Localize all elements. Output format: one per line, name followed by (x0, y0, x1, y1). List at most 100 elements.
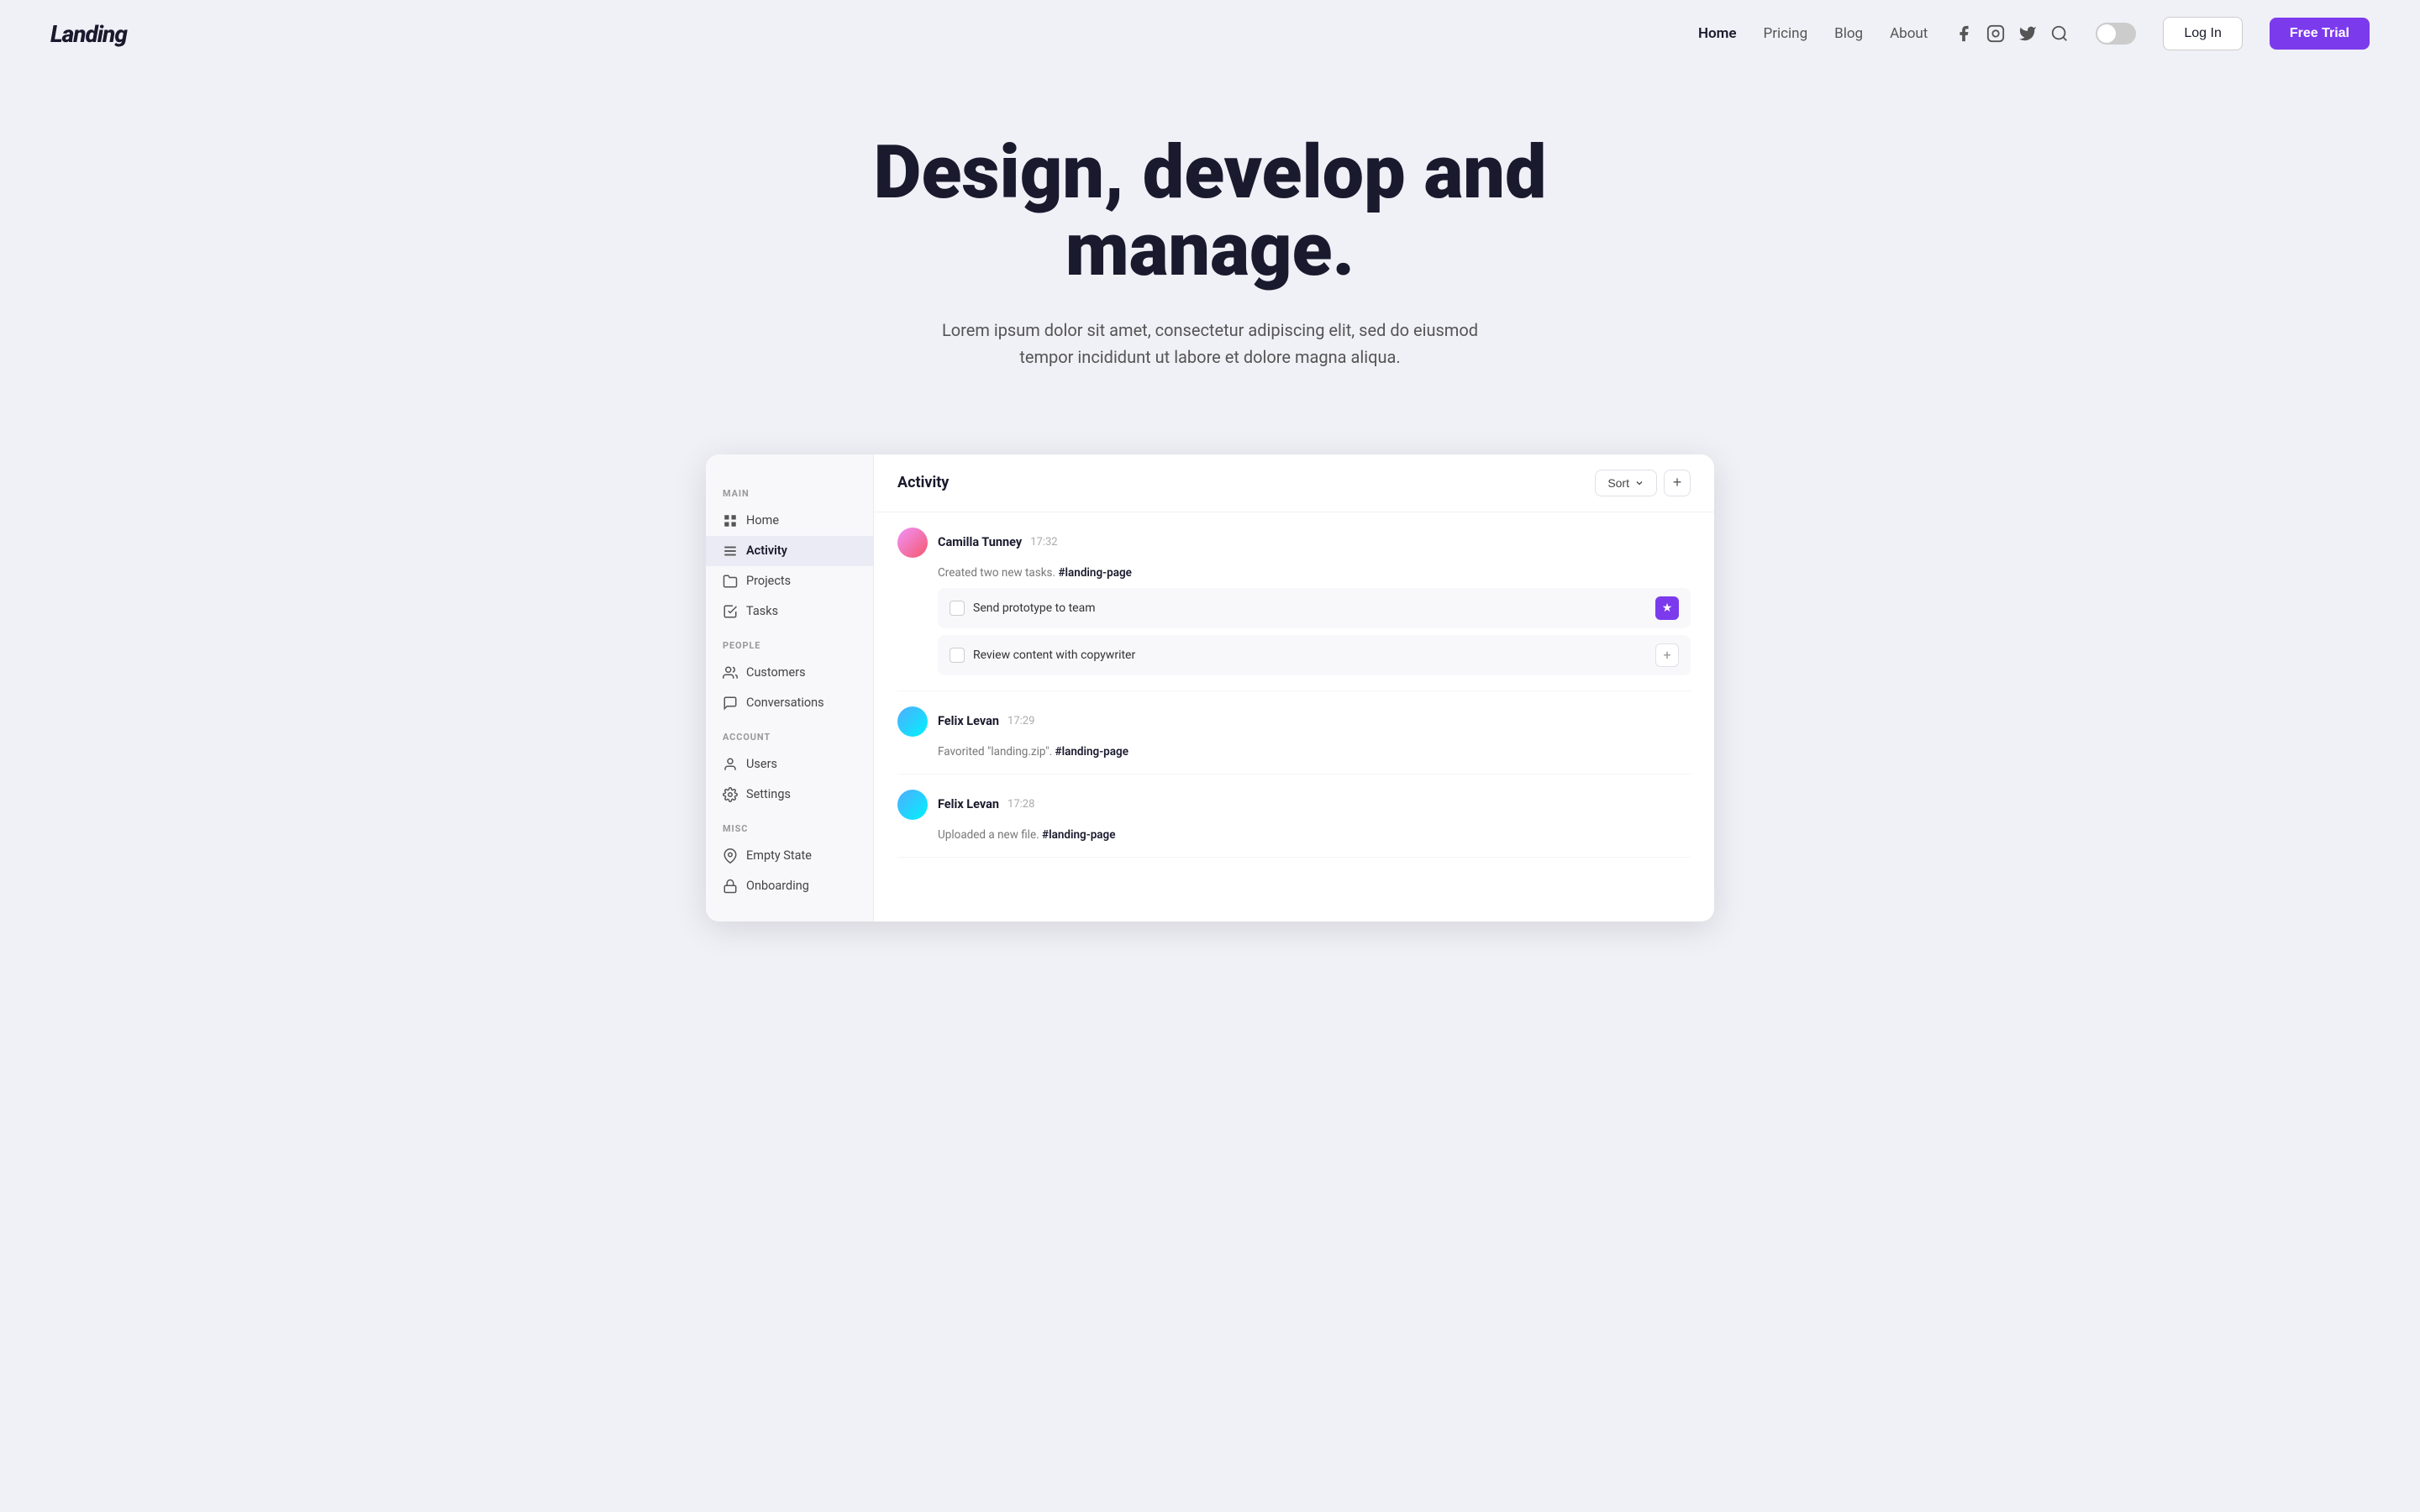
navbar-right: Home Pricing Blog About Log In Free Tria… (1698, 17, 2370, 50)
nav-pricing[interactable]: Pricing (1764, 25, 1808, 42)
activity-item-header: Camilla Tunney 17:32 (897, 528, 1691, 558)
activity-item: Felix Levan 17:28 Uploaded a new file. #… (897, 774, 1691, 858)
location-icon (723, 848, 738, 864)
avatar (897, 790, 928, 820)
activity-time: 17:29 (1007, 715, 1034, 727)
activity-user: Felix Levan (938, 714, 999, 728)
nav-home[interactable]: Home (1698, 25, 1737, 42)
task-checkbox[interactable] (950, 648, 965, 663)
lock-icon (723, 879, 738, 894)
sort-button[interactable]: Sort (1595, 470, 1657, 496)
task-label: Review content with copywriter (973, 648, 1135, 662)
sidebar-section-people: PEOPLE (706, 640, 873, 658)
activity-hashtag: #landing-page (1055, 745, 1128, 759)
navbar: Landing Home Pricing Blog About Log In F… (0, 0, 2420, 67)
activity-meta: Felix Levan 17:29 (938, 714, 1034, 728)
theme-toggle[interactable] (2096, 23, 2136, 45)
sidebar-label-onboarding: Onboarding (746, 879, 809, 893)
sidebar-item-tasks[interactable]: Tasks (706, 596, 873, 627)
sidebar-item-conversations[interactable]: Conversations (706, 688, 873, 718)
activity-list: Camilla Tunney 17:32 Created two new tas… (874, 512, 1714, 858)
activity-desc-prefix: Created two new tasks. (938, 566, 1055, 580)
activity-item: Camilla Tunney 17:32 Created two new tas… (897, 512, 1691, 691)
sidebar-label-home: Home (746, 513, 779, 528)
gear-icon (723, 787, 738, 802)
twitter-icon[interactable] (2018, 24, 2037, 43)
sidebar-item-activity[interactable]: Activity (706, 536, 873, 566)
activity-user: Camilla Tunney (938, 535, 1022, 549)
nav-blog[interactable]: Blog (1834, 25, 1863, 42)
instagram-icon[interactable] (1986, 24, 2005, 43)
sort-label: Sort (1607, 476, 1629, 490)
activity-meta: Camilla Tunney 17:32 (938, 535, 1058, 549)
sidebar-section-misc: MISC (706, 823, 873, 841)
sidebar-label-activity: Activity (746, 543, 787, 558)
activity-title: Activity (897, 474, 949, 491)
sidebar: MAIN Home Activity Projects Tasks PEOPLE… (706, 454, 874, 921)
logo: Landing (50, 20, 127, 48)
sidebar-item-onboarding[interactable]: Onboarding (706, 871, 873, 901)
chevron-down-icon (1634, 478, 1644, 488)
task-star-button[interactable]: ★ (1655, 596, 1679, 620)
task-checkbox[interactable] (950, 601, 965, 616)
nav-links: Home Pricing Blog About (1698, 25, 1928, 42)
activity-time: 17:28 (1007, 798, 1034, 811)
activity-desc-prefix: Favorited "landing.zip". (938, 745, 1052, 759)
task-left: Review content with copywriter (950, 648, 1135, 663)
sidebar-label-tasks: Tasks (746, 604, 778, 618)
avatar (897, 706, 928, 737)
list-icon (723, 543, 738, 559)
add-icon: + (1673, 474, 1682, 491)
hero-title: Design, develop and manage. (832, 134, 1588, 290)
sidebar-label-users: Users (746, 757, 777, 771)
task-left: Send prototype to team (950, 601, 1095, 616)
sidebar-item-customers[interactable]: Customers (706, 658, 873, 688)
grid-icon (723, 513, 738, 528)
avatar (897, 528, 928, 558)
task-label: Send prototype to team (973, 601, 1095, 615)
activity-desc: Favorited "landing.zip". #landing-page (897, 745, 1691, 759)
task-add-button[interactable]: + (1655, 643, 1679, 667)
sidebar-section-account: ACCOUNT (706, 732, 873, 749)
free-trial-button[interactable]: Free Trial (2270, 18, 2370, 50)
sidebar-item-settings[interactable]: Settings (706, 780, 873, 810)
activity-desc: Uploaded a new file. #landing-page (897, 828, 1691, 842)
folder-icon (723, 574, 738, 589)
activity-desc: Created two new tasks. #landing-page (897, 566, 1691, 580)
sidebar-label-customers: Customers (746, 665, 806, 680)
nav-about[interactable]: About (1890, 25, 1928, 42)
sidebar-item-projects[interactable]: Projects (706, 566, 873, 596)
search-icon[interactable] (2050, 24, 2069, 43)
hero-subtitle: Lorem ipsum dolor sit amet, consectetur … (924, 317, 1496, 370)
hero-section: Design, develop and manage. Lorem ipsum … (0, 67, 2420, 421)
activity-item-header: Felix Levan 17:28 (897, 790, 1691, 820)
activity-hashtag: #landing-page (1042, 828, 1115, 842)
add-button[interactable]: + (1664, 470, 1691, 496)
sidebar-section-main: MAIN (706, 488, 873, 506)
activity-user: Felix Levan (938, 797, 999, 811)
task-list: Send prototype to team ★ Review content … (897, 588, 1691, 675)
sidebar-item-empty-state[interactable]: Empty State (706, 841, 873, 871)
activity-header: Activity Sort + (874, 454, 1714, 512)
sidebar-item-home[interactable]: Home (706, 506, 873, 536)
main-content: Activity Sort + Camilla Tunney 17:32 (874, 454, 1714, 921)
nav-icons (1954, 24, 2069, 43)
sidebar-label-projects: Projects (746, 574, 791, 588)
users-icon (723, 665, 738, 680)
login-button[interactable]: Log In (2163, 17, 2242, 50)
facebook-icon[interactable] (1954, 24, 1973, 43)
sidebar-label-settings: Settings (746, 787, 791, 801)
sidebar-item-users[interactable]: Users (706, 749, 873, 780)
task-item: Review content with copywriter + (938, 635, 1691, 675)
sidebar-label-empty-state: Empty State (746, 848, 812, 863)
header-actions: Sort + (1595, 470, 1691, 496)
activity-item-header: Felix Levan 17:29 (897, 706, 1691, 737)
app-preview: MAIN Home Activity Projects Tasks PEOPLE… (706, 454, 1714, 921)
activity-time: 17:32 (1030, 536, 1057, 549)
chat-icon (723, 696, 738, 711)
check-icon (723, 604, 738, 619)
user-icon (723, 757, 738, 772)
activity-meta: Felix Levan 17:28 (938, 797, 1034, 811)
activity-desc-prefix: Uploaded a new file. (938, 828, 1039, 842)
activity-item: Felix Levan 17:29 Favorited "landing.zip… (897, 691, 1691, 774)
